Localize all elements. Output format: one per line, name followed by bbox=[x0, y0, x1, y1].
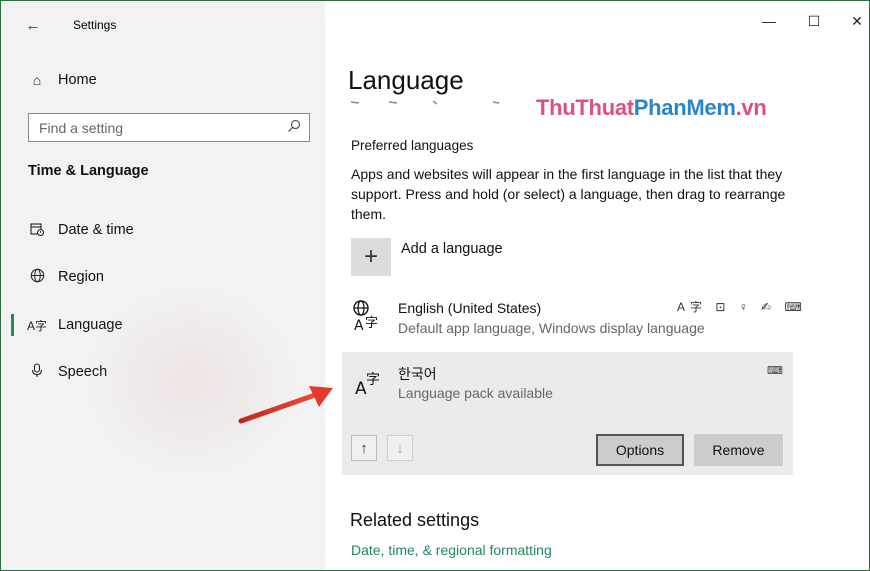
calendar-clock-icon bbox=[27, 222, 47, 239]
related-settings-heading: Related settings bbox=[350, 510, 480, 530]
sidebar-item-home[interactable]: ⌂ Home bbox=[1, 60, 325, 100]
add-language-button[interactable]: + bbox=[351, 238, 391, 276]
settings-window: ← Settings ⌂ Home Find a setting Time & … bbox=[0, 0, 870, 571]
watermark-part2: PhanMem bbox=[633, 95, 736, 120]
language-sub-korean: Language pack available bbox=[398, 385, 553, 401]
move-up-button[interactable]: ↑ bbox=[351, 435, 377, 461]
watermark: ThuThuatPhanMem.vn bbox=[536, 95, 767, 121]
minimize-button[interactable]: — bbox=[759, 13, 779, 29]
close-button[interactable]: ✕ bbox=[847, 13, 867, 30]
sidebar-item-label: Region bbox=[58, 269, 104, 285]
preferred-languages-description: Apps and websites will appear in the fir… bbox=[351, 166, 786, 222]
sidebar: ← Settings ⌂ Home Find a setting Time & … bbox=[1, 1, 325, 570]
section-title: Time & Language bbox=[28, 163, 149, 179]
svg-text:A: A bbox=[354, 318, 364, 333]
watermark-part3: .vn bbox=[735, 95, 767, 120]
move-down-button[interactable]: ↓ bbox=[387, 435, 413, 461]
globe-icon bbox=[27, 268, 47, 286]
language-globe-icon: A 字 bbox=[352, 299, 386, 334]
sidebar-item-date-time[interactable]: Date & time bbox=[1, 210, 325, 250]
language-character-icon: A 字 bbox=[355, 366, 389, 400]
sidebar-item-region[interactable]: Region bbox=[1, 257, 325, 297]
language-features-icons: A字 ⊡ ♀ ✍ ⌨ bbox=[677, 300, 807, 314]
svg-text:字: 字 bbox=[365, 316, 378, 331]
preferred-languages-heading: Preferred languages bbox=[351, 138, 474, 153]
options-button[interactable]: Options bbox=[596, 434, 684, 466]
watermark-part1: ThuThuat bbox=[536, 95, 634, 120]
language-name-english[interactable]: English (United States) bbox=[398, 300, 541, 316]
language-name-korean[interactable]: 한국어 bbox=[398, 364, 437, 384]
sidebar-item-label: Speech bbox=[58, 364, 108, 380]
keyboard-icon: ⌨ bbox=[767, 365, 783, 377]
search-placeholder: Find a setting bbox=[39, 119, 124, 136]
regional-formatting-link[interactable]: Date, time, & regional formatting bbox=[351, 542, 552, 558]
search-icon bbox=[287, 119, 301, 136]
sidebar-item-label: Home bbox=[58, 72, 97, 88]
add-language-label[interactable]: Add a language bbox=[401, 241, 503, 257]
page-title: Language bbox=[348, 65, 464, 95]
remove-button[interactable]: Remove bbox=[694, 434, 783, 466]
scribble-marks bbox=[351, 100, 500, 105]
sidebar-item-label: Date & time bbox=[58, 222, 134, 238]
home-icon: ⌂ bbox=[32, 72, 42, 88]
search-input[interactable]: Find a setting bbox=[28, 113, 310, 142]
sidebar-item-label: Language bbox=[58, 317, 123, 333]
svg-text:字: 字 bbox=[366, 372, 380, 388]
annotation-arrow bbox=[238, 386, 333, 424]
sidebar-item-language[interactable]: A字 Language bbox=[1, 305, 325, 345]
plus-icon: + bbox=[363, 243, 378, 270]
app-title: Settings bbox=[73, 18, 117, 32]
back-arrow-icon[interactable]: ← bbox=[19, 13, 47, 37]
language-icon: A字 bbox=[27, 318, 48, 333]
microphone-icon bbox=[27, 363, 47, 381]
language-sub-english: Default app language, Windows display la… bbox=[398, 320, 705, 336]
maximize-button[interactable]: ☐ bbox=[804, 13, 824, 30]
